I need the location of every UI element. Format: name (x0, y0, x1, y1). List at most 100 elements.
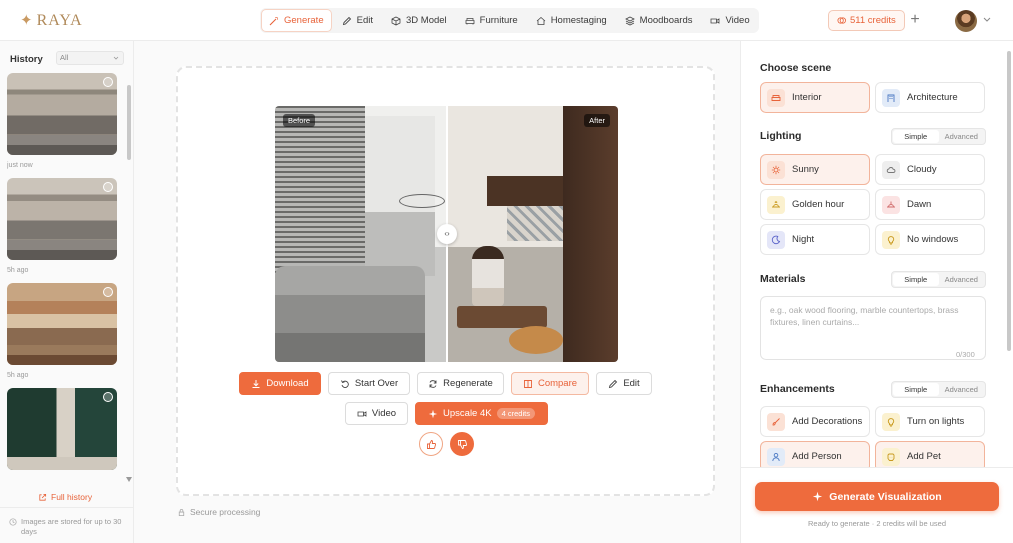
columns-icon (524, 379, 532, 388)
nav-3d-model[interactable]: 3D Model (384, 10, 454, 31)
thumbs-down-button[interactable] (450, 432, 474, 456)
download-label: Download (266, 378, 309, 389)
edit-label: Edit (623, 378, 640, 389)
panel-scrollbar[interactable] (1007, 51, 1011, 351)
generate-visualization-button[interactable]: Generate Visualization (755, 482, 999, 511)
nav-homestaging[interactable]: Homestaging (529, 10, 614, 31)
sunrise-icon (882, 195, 900, 214)
upscale-cost-badge: 4 credits (496, 408, 535, 419)
lighting-title: Lighting (760, 130, 802, 142)
history-time (7, 477, 117, 483)
scroll-down-icon[interactable] (126, 477, 132, 482)
full-history-label: Full history (51, 492, 93, 502)
info-icon[interactable] (103, 182, 113, 192)
info-icon[interactable] (103, 392, 113, 402)
brush-icon (767, 412, 785, 431)
video-icon (357, 410, 367, 417)
compare-button[interactable]: Compare (511, 372, 589, 395)
full-history-link[interactable]: Full history (38, 492, 92, 502)
download-button[interactable]: Download (239, 372, 321, 395)
before-image (275, 106, 447, 362)
history-thumbnail[interactable] (7, 178, 117, 260)
nav-generate[interactable]: Generate (262, 10, 331, 31)
nav-edit-label: Edit (356, 15, 373, 26)
logo[interactable]: ✦ RAYA (20, 11, 83, 30)
enhancements-mode-toggle: Simple Advanced (891, 381, 986, 398)
regenerate-button[interactable]: Regenerate (417, 372, 504, 395)
lighting-night-label: Night (792, 234, 815, 245)
lighting-golden-hour-option[interactable]: Golden hour (760, 189, 870, 220)
secure-processing-note: Secure processing (177, 507, 260, 517)
enhancements-title: Enhancements (760, 383, 835, 395)
lighting-sunny-option[interactable]: Sunny (760, 154, 870, 185)
history-title: History (10, 54, 43, 65)
credits-label: 511 credits (850, 15, 896, 26)
history-thumbnail[interactable] (7, 283, 117, 365)
info-icon[interactable] (103, 287, 113, 297)
before-after-compare[interactable]: ‹› Before After (275, 106, 618, 362)
nav-moodboards[interactable]: Moodboards (618, 10, 700, 31)
start-over-label: Start Over (354, 378, 399, 389)
nav-furniture[interactable]: Furniture (458, 10, 525, 31)
cube-icon (391, 16, 401, 25)
add-decorations-label: Add Decorations (792, 416, 863, 427)
materials-placeholder: e.g., oak wood flooring, marble countert… (770, 305, 959, 327)
thumbs-up-icon (426, 439, 436, 449)
top-bar: ✦ RAYA Generate Edit 3D Model Furniture … (0, 0, 1013, 41)
wand-icon (269, 16, 278, 25)
video-label: Video (371, 408, 397, 419)
add-person-label: Add Person (792, 451, 842, 462)
materials-simple-tab[interactable]: Simple (893, 273, 939, 286)
lighting-sunny-label: Sunny (792, 164, 819, 175)
add-decorations-option[interactable]: Add Decorations (760, 406, 870, 437)
history-scrollbar[interactable] (127, 85, 131, 160)
info-icon[interactable] (103, 77, 113, 87)
brand-name: RAYA (36, 11, 83, 29)
lighting-simple-tab[interactable]: Simple (893, 130, 939, 143)
sparkle-icon (428, 409, 438, 418)
lighting-no-windows-option[interactable]: No windows (875, 224, 985, 255)
enhancements-advanced-tab[interactable]: Advanced (939, 383, 985, 396)
refresh-icon (429, 379, 437, 388)
external-link-icon (39, 493, 47, 501)
turn-on-lights-option[interactable]: Turn on lights (875, 406, 985, 437)
credits-button[interactable]: 511 credits (828, 10, 905, 31)
thumbs-down-icon (457, 439, 467, 449)
lighting-dawn-option[interactable]: Dawn (875, 189, 985, 220)
nav-edit[interactable]: Edit (335, 10, 380, 31)
lighting-cloudy-option[interactable]: Cloudy (875, 154, 985, 185)
edit-button[interactable]: Edit (596, 372, 652, 395)
history-thumbnail[interactable] (7, 73, 117, 155)
pencil-icon (342, 16, 351, 25)
compare-slider-handle[interactable]: ‹› (437, 224, 457, 244)
lighting-advanced-tab[interactable]: Advanced (939, 130, 985, 143)
building-icon (882, 88, 900, 107)
add-button[interactable]: + (906, 10, 924, 30)
history-time: 5h ago (7, 372, 29, 379)
coins-icon (837, 17, 846, 24)
video-button[interactable]: Video (345, 402, 408, 425)
thumbs-up-button[interactable] (419, 432, 443, 456)
main-nav: Generate Edit 3D Model Furniture Homesta… (260, 8, 759, 33)
nav-video[interactable]: Video (703, 10, 756, 31)
nav-moodboards-label: Moodboards (639, 15, 693, 26)
undo-icon (340, 379, 349, 388)
materials-input[interactable]: e.g., oak wood flooring, marble countert… (760, 296, 986, 360)
enhancements-simple-tab[interactable]: Simple (893, 383, 939, 396)
materials-advanced-tab[interactable]: Advanced (939, 273, 985, 286)
lighting-night-option[interactable]: Night (760, 224, 870, 255)
nav-homestaging-label: Homestaging (550, 15, 607, 26)
upscale-button[interactable]: Upscale 4K 4 credits (415, 402, 548, 425)
sofa-icon (767, 88, 785, 107)
person-icon (767, 447, 785, 466)
start-over-button[interactable]: Start Over (328, 372, 410, 395)
generate-footer: Generate Visualization Ready to generate… (741, 467, 1013, 543)
chevron-down-icon[interactable] (983, 15, 991, 23)
scene-architecture-option[interactable]: Architecture (875, 82, 985, 113)
history-filter-select[interactable]: All (56, 51, 124, 65)
history-thumbnail[interactable] (7, 388, 117, 470)
before-label: Before (283, 114, 316, 127)
dog-icon (882, 447, 900, 466)
scene-interior-option[interactable]: Interior (760, 82, 870, 113)
avatar[interactable] (955, 10, 977, 32)
